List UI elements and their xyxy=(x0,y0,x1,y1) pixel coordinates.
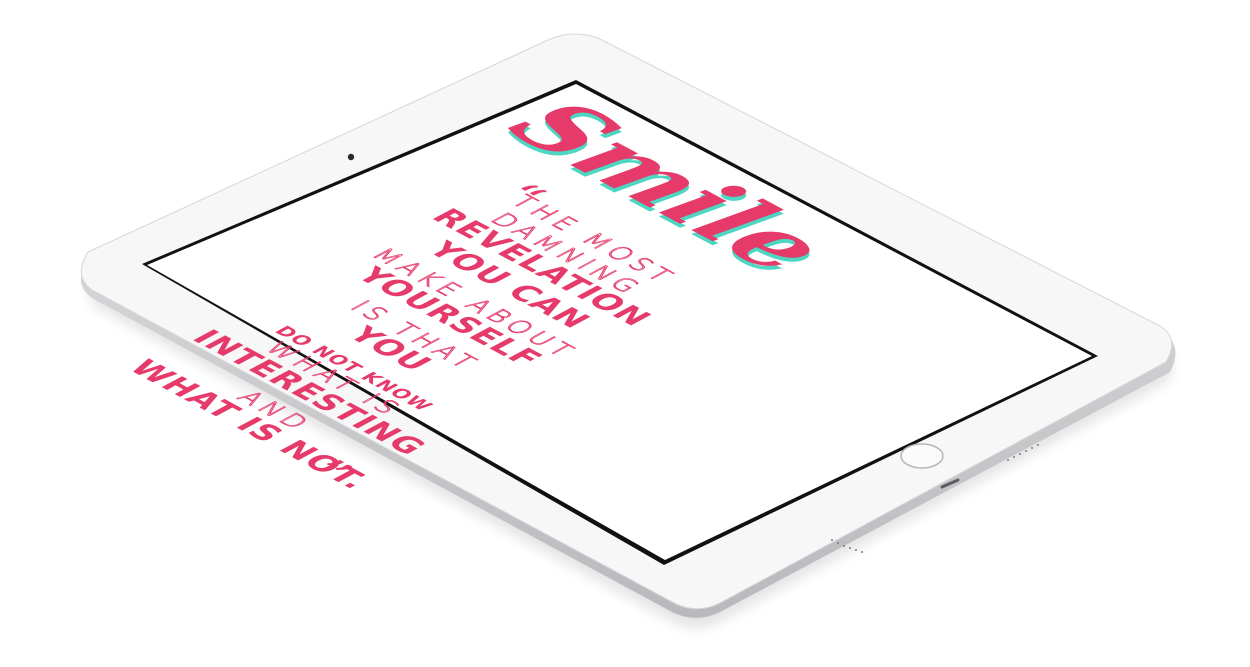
camera-icon xyxy=(347,153,355,161)
ipad-illustration: Smile Smile “ THE MOSTDAMNINGREVELATIONY… xyxy=(80,33,1176,629)
ipad-scene: Smile Smile “ THE MOST DAMNING REVELATION Y… xyxy=(0,0,1250,667)
home-button-icon[interactable] xyxy=(900,443,944,469)
